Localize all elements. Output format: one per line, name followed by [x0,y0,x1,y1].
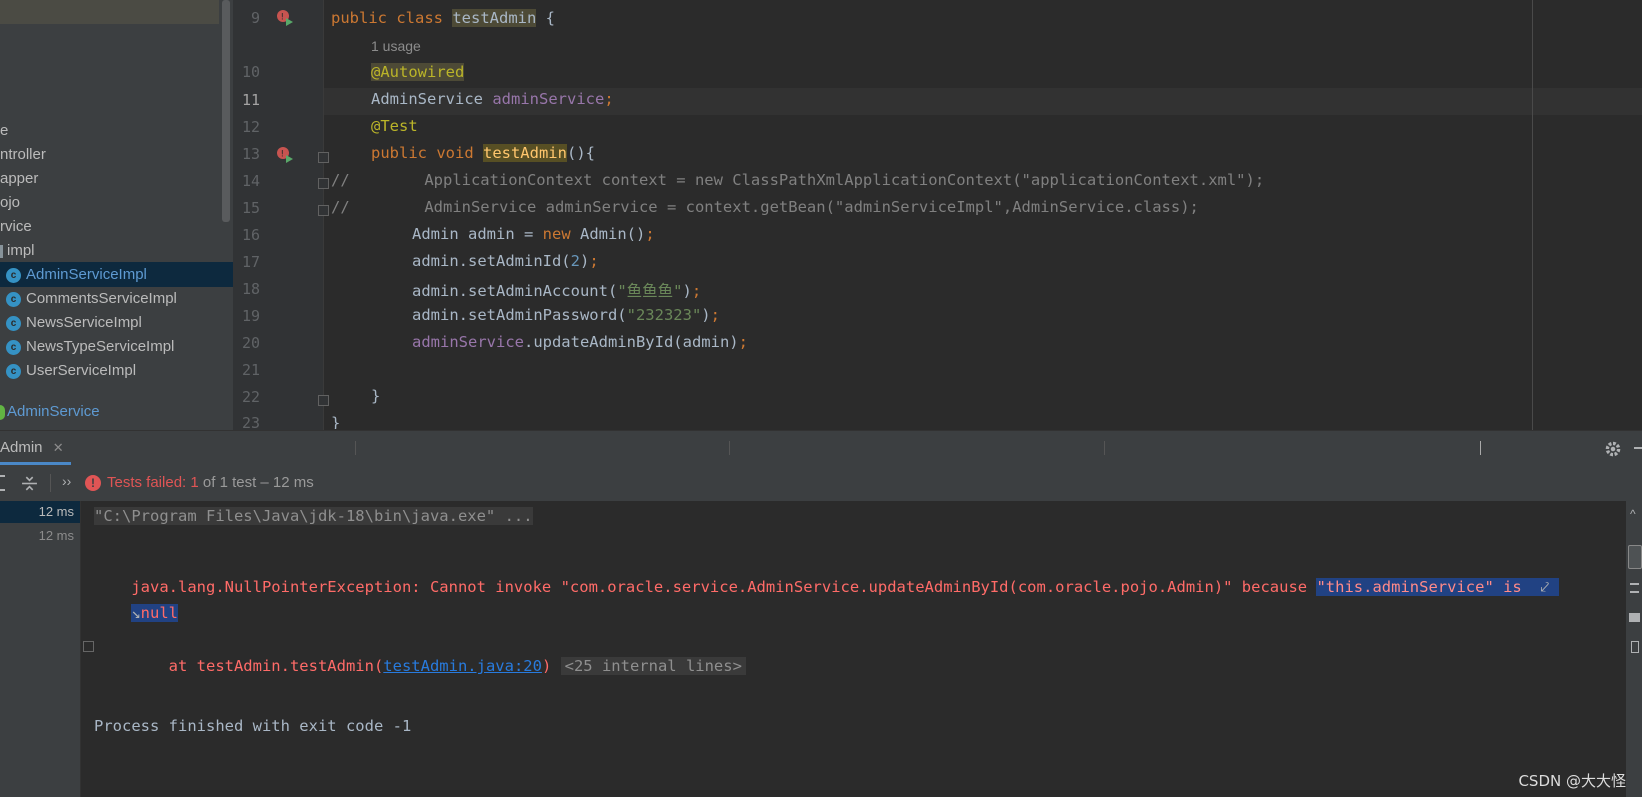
fold-marker-icon[interactable] [318,205,329,216]
tree-item-package[interactable]: e [0,118,8,143]
tree-item-pojo[interactable]: ojo [0,190,20,215]
toolbar-divider [50,474,51,492]
tree-item-news-type-service-impl[interactable]: c NewsTypeServiceImpl [0,334,174,359]
close-icon[interactable]: ✕ [53,440,64,455]
run-toolbar: ›› ! Tests failed: 1 of 1 test – 12 ms [0,465,1642,501]
more-actions-icon[interactable]: ›› [62,473,71,489]
class-icon: c [6,267,21,283]
tree-item-mapper[interactable]: apper [0,166,38,191]
tree-item-comments-service-impl[interactable]: c CommentsServiceImpl [0,286,177,311]
fold-marker-icon[interactable] [318,178,329,189]
test-result-row[interactable]: 12 ms [0,525,80,547]
minimize-icon[interactable] [1634,447,1642,449]
line-number: 16 [241,226,260,244]
scroll-to-end-icon[interactable] [1630,583,1639,593]
scroll-up-icon[interactable]: ^ [1630,507,1636,521]
tree-item-admin-service[interactable]: AdminService [0,399,100,424]
tree-item-user-service-impl[interactable]: c UserServiceImpl [0,358,136,383]
code-line-13: public void testAdmin(){ [371,144,595,162]
tab-bar-divider [355,441,356,455]
tree-item-controller[interactable]: ntroller [0,142,46,167]
line-number: 18 [241,280,260,298]
code-line-22: } [371,387,381,405]
console-stack-trace: at testAdmin.testAdmin(testAdmin.java:20… [94,639,746,693]
line-number: 15 [241,199,260,217]
run-test-icon[interactable]: ! [276,9,294,27]
tree-header-strip [0,0,219,24]
code-line-9: public class testAdmin { [331,9,555,27]
tree-item-admin-service-impl[interactable]: c AdminServiceImpl [0,262,233,287]
usage-hint[interactable]: 1 usage [371,38,421,54]
tree-item-impl[interactable]: impl [0,238,35,263]
line-number: 14 [241,172,260,190]
soft-wrap-icon: ↘ [131,604,141,622]
line-number: 19 [241,307,260,325]
console-side-toolbar: ^ [1626,501,1642,797]
code-line-20: adminService.updateAdminById(admin); [412,333,748,351]
tree-item-service[interactable]: rvice [0,214,32,239]
fold-marker-icon[interactable] [318,395,329,406]
line-number: 21 [241,361,260,379]
console-error-line: java.lang.NullPointerException: Cannot i… [131,578,1559,596]
code-line-19: admin.setAdminPassword("232323"); [412,306,720,324]
print-icon[interactable] [1629,613,1640,622]
line-number: 11 [241,91,260,109]
class-icon: c [6,339,21,355]
collapse-all-icon[interactable] [21,475,38,492]
line-number: 17 [241,253,260,271]
code-line-12: @Test [371,117,418,135]
interface-icon [0,404,5,420]
line-number: 20 [241,334,260,352]
line-number: 10 [241,63,260,81]
watermark: CSDN @大大怪 [1518,772,1626,790]
class-icon: c [6,291,21,307]
soft-wrap-icon: ⤦ [1531,578,1559,596]
tab-bar-divider [729,441,730,455]
code-line-18: admin.setAdminAccount("鱼鱼鱼"); [412,282,702,300]
code-line-11: AdminService adminService; [371,90,614,108]
run-test-icon[interactable]: ! [276,146,294,164]
gear-icon[interactable] [1604,440,1622,458]
code-line-10: @Autowired [371,63,465,81]
test-status: Tests failed: 1 of 1 test – 12 ms [107,474,314,491]
trash-icon[interactable] [1631,641,1639,653]
code-line-15: // AdminService adminService = context.g… [331,198,1199,216]
project-tree-scrollbar[interactable] [222,0,230,222]
line-number: 13 [241,145,260,163]
stack-trace-link[interactable]: testAdmin.java:20 [383,657,542,675]
line-number: 9 [250,9,260,27]
console-output[interactable]: "C:\Program Files\Java\jdk-18\bin\java.e… [81,501,1626,797]
fold-marker-icon[interactable] [318,152,329,163]
run-tab[interactable]: Admin ✕ [0,431,71,465]
soft-wraps-icon[interactable] [1628,545,1642,569]
tab-bar-divider [1104,441,1105,455]
tree-item-news-service-impl[interactable]: c NewsServiceImpl [0,310,142,335]
console-command-line: "C:\Program Files\Java\jdk-18\bin\java.e… [94,507,533,525]
console-process-finished: Process finished with exit code -1 [94,717,412,735]
expand-internal-lines-icon[interactable] [83,641,94,652]
class-icon: c [6,363,21,379]
svg-text:!: ! [281,150,285,160]
code-line-17: admin.setAdminId(2); [412,252,599,270]
code-line-16: Admin admin = new Admin(); [412,225,655,243]
run-tab-bar: Admin ✕ [0,430,1642,465]
project-tree-panel: e ntroller apper ojo rvice impl c AdminSe… [0,0,233,430]
internal-lines-fold[interactable]: <25 internal lines> [560,657,746,675]
test-result-row[interactable]: 12 ms [0,501,80,523]
tab-bar-divider [1480,441,1481,455]
right-margin-guide [1532,0,1533,430]
code-line-23: } [331,414,341,429]
class-icon: c [6,315,21,331]
test-results-tree: 12 ms 12 ms [0,501,81,797]
console-error-continuation: ↘null [131,604,178,622]
error-icon: ! [85,475,101,491]
line-number: 22 [241,388,260,406]
folder-icon [0,244,3,258]
code-line-14: // ApplicationContext context = new Clas… [331,171,1265,189]
line-number: 12 [241,118,260,136]
expand-all-icon[interactable] [0,475,5,491]
svg-text:!: ! [281,13,285,23]
